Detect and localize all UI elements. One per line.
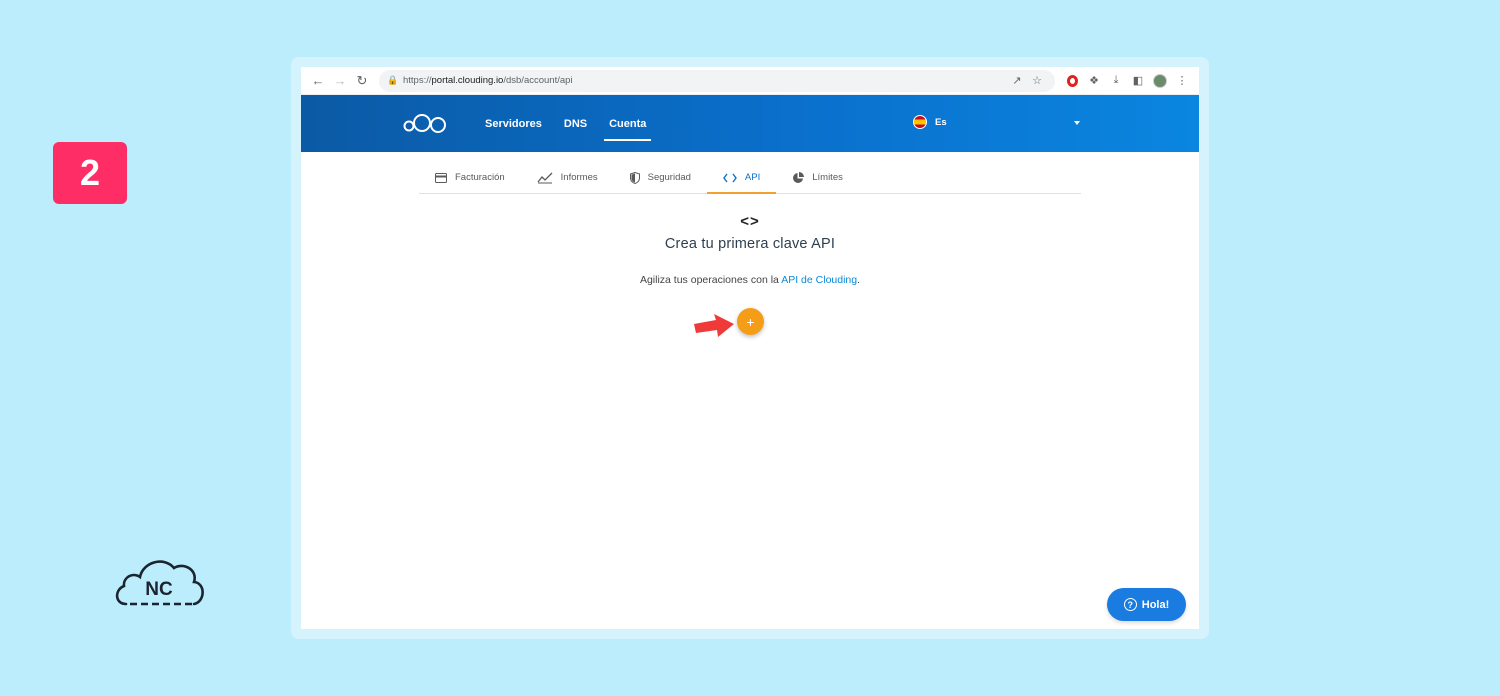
profile-avatar-icon[interactable] (1149, 70, 1171, 92)
site-header: Servidores DNS Cuenta Es (301, 95, 1199, 152)
empty-state-title: Crea tu primera clave API (664, 236, 836, 252)
api-docs-link[interactable]: API de Clouding (781, 274, 857, 286)
opera-extension-icon[interactable] (1061, 70, 1083, 92)
help-chat-button[interactable]: ? Hola! (1107, 588, 1186, 621)
nc-logo-text: NC (145, 579, 173, 600)
question-icon: ? (1123, 598, 1137, 611)
tab-seguridad[interactable]: Seguridad (614, 162, 707, 193)
nav-dns[interactable]: DNS (553, 95, 598, 152)
empty-state-description: Agiliza tus operaciones con la API de Cl… (639, 274, 861, 286)
add-api-key-button[interactable]: + (737, 308, 764, 335)
browser-window: ← → ↻ 🔒 https://portal.clouding.io/dsb/a… (301, 67, 1199, 629)
forward-arrow-icon[interactable]: → (329, 70, 351, 92)
nav-cuenta[interactable]: Cuenta (598, 95, 657, 152)
tab-label: Informes (560, 172, 598, 183)
tab-label: API (744, 172, 761, 183)
tab-informes[interactable]: Informes (521, 162, 614, 193)
url-text: https://portal.clouding.io/dsb/account/a… (403, 75, 573, 86)
clouding-logo[interactable] (403, 111, 449, 135)
language-label: Es (935, 116, 947, 128)
account-dropdown-caret-icon[interactable] (1074, 121, 1080, 125)
step-number-badge: 2 (53, 142, 127, 204)
pie-chart-icon (792, 171, 805, 184)
more-menu-icon[interactable]: ⋮ (1171, 70, 1193, 92)
empty-state: <> Crea tu primera clave API Agiliza tus… (301, 213, 1199, 286)
main-nav: Servidores DNS Cuenta (474, 95, 657, 152)
tab-label: Seguridad (647, 172, 691, 183)
language-selector[interactable]: Es (913, 115, 947, 129)
credit-card-icon (435, 172, 447, 183)
code-icon (723, 173, 737, 183)
browser-toolbar: ← → ↻ 🔒 https://portal.clouding.io/dsb/a… (301, 67, 1199, 95)
code-icon: <> (740, 213, 760, 230)
address-bar[interactable]: 🔒 https://portal.clouding.io/dsb/account… (379, 69, 1055, 92)
help-button-label: Hola! (1141, 598, 1170, 611)
tab-limites[interactable]: Límites (776, 162, 859, 193)
tab-api[interactable]: API (706, 162, 777, 194)
nc-cloud-logo: NC (112, 550, 206, 612)
chart-icon (537, 172, 553, 184)
extensions-puzzle-icon[interactable]: ❖ (1083, 70, 1105, 92)
side-panel-icon[interactable]: ◧ (1127, 70, 1149, 92)
back-arrow-icon[interactable]: ← (307, 70, 329, 92)
reload-icon[interactable]: ↻ (351, 70, 373, 92)
nav-servidores[interactable]: Servidores (474, 95, 553, 152)
tab-label: Límites (812, 172, 843, 183)
bookmark-star-icon[interactable]: ☆ (1027, 74, 1047, 87)
shield-icon (629, 171, 640, 184)
download-icon[interactable]: ⤓ (1105, 70, 1127, 92)
account-tabs: Facturación Informes Seguridad API Límit… (419, 162, 1081, 194)
red-arrow-annotation-icon (694, 314, 734, 337)
lock-icon: 🔒 (387, 75, 399, 85)
share-icon[interactable]: ↗ (1007, 74, 1027, 87)
tab-label: Facturación (455, 172, 505, 183)
tab-facturacion[interactable]: Facturación (419, 162, 521, 193)
spain-flag-icon (913, 115, 927, 129)
